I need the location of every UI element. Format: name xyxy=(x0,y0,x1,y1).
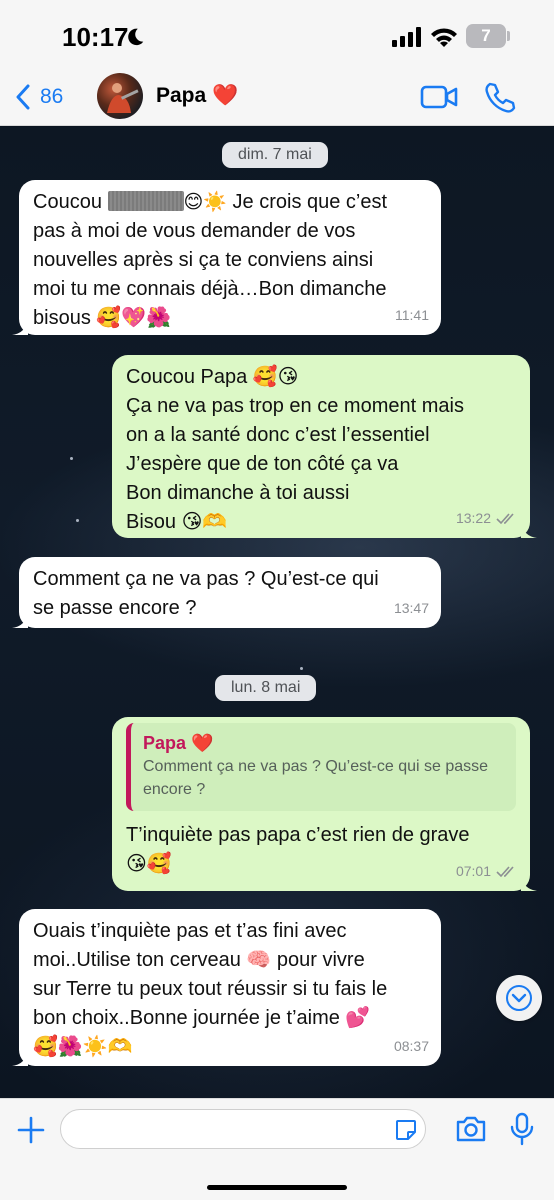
message-line: moi tu me connais déjà…Bon dimanche xyxy=(33,278,387,300)
message-line: T’inquiète pas papa c’est rien de grave xyxy=(126,824,470,846)
avatar-photo xyxy=(107,83,139,113)
quote-line: Comment ça ne va pas ? Qu’est-ce qui se … xyxy=(143,758,489,775)
signal-icon xyxy=(392,27,421,47)
date-label: dim. 7 mai xyxy=(238,146,312,163)
message-line: pas à moi de vous demander de vos xyxy=(33,220,356,242)
video-camera-icon[interactable] xyxy=(420,84,458,110)
greeting-word: Coucou xyxy=(33,191,102,213)
background-star xyxy=(300,667,303,670)
message-time: 13:47 xyxy=(393,600,429,616)
message-time: 07:01 xyxy=(455,863,491,879)
bubble-tail xyxy=(12,319,28,335)
bubble-tail xyxy=(521,522,537,538)
message-line: bon choix..Bonne journée je t’aime 💕 xyxy=(33,1007,371,1029)
date-separator: dim. 7 mai xyxy=(222,142,328,168)
battery-level: 7 xyxy=(481,26,491,45)
message-meta: 13:22 xyxy=(456,504,518,533)
message-line: Ouais t’inquiète pas et t’as fini avec xyxy=(33,920,347,942)
message-line: 🥰🌺☀️🫶 xyxy=(33,1036,133,1058)
message-time: 11:41 xyxy=(395,307,429,323)
message-meta: 07:01 xyxy=(456,857,518,886)
message-meta: 13:47 xyxy=(394,594,429,623)
message-line: se passe encore ? xyxy=(33,597,197,619)
wifi-icon xyxy=(431,28,457,47)
bubble-tail xyxy=(12,1050,28,1066)
message-line: bisous 🥰💖🌺 xyxy=(33,307,172,329)
message-bubble-outgoing[interactable]: Papa ❤️ Comment ça ne va pas ? Qu’est-ce… xyxy=(112,717,537,891)
home-indicator xyxy=(207,1185,347,1190)
bubble-tail xyxy=(521,875,537,891)
bubble-tail xyxy=(12,612,28,628)
message-line: sur Terre tu peux tout réussir si tu fai… xyxy=(33,978,388,1000)
battery-cap xyxy=(507,31,510,41)
input-bar xyxy=(0,1098,554,1200)
contact-name[interactable]: Papa ❤️ xyxy=(156,84,238,108)
quote-line: encore ? xyxy=(143,781,206,798)
moon-icon xyxy=(128,28,144,46)
sticker-icon[interactable] xyxy=(394,1118,418,1142)
message-time: 08:37 xyxy=(393,1038,429,1054)
chat-area[interactable]: dim. 7 mai Coucou 😊☀️ Je crois que c’est… xyxy=(0,127,554,1098)
redacted-name xyxy=(107,191,184,211)
date-label: lun. 8 mai xyxy=(231,679,301,696)
chevron-down-icon xyxy=(506,985,532,1011)
double-check-icon xyxy=(496,865,514,877)
quoted-message[interactable]: Papa ❤️ Comment ça ne va pas ? Qu’est-ce… xyxy=(126,723,516,811)
message-bubble-outgoing[interactable]: Coucou Papa 🥰😘 Ça ne va pas trop en ce m… xyxy=(112,355,537,538)
double-check-icon xyxy=(496,512,514,524)
message-line: Comment ça ne va pas ? Qu’est-ce qui xyxy=(33,568,379,590)
message-line: Coucou Papa 🥰😘 xyxy=(126,366,299,388)
message-line: nouvelles après si ça te conviens ainsi xyxy=(33,249,374,271)
scroll-down-button[interactable] xyxy=(496,975,542,1021)
avatar[interactable] xyxy=(97,73,143,119)
message-line: J’espère que de ton côté ça va xyxy=(126,453,399,475)
message-line: on a la santé donc c’est l’essentiel xyxy=(126,424,430,446)
message-bubble-incoming[interactable]: Comment ça ne va pas ? Qu’est-ce qui se … xyxy=(12,557,441,628)
chat-header: 86 Papa ❤️ xyxy=(0,68,554,126)
message-meta: 08:37 xyxy=(394,1032,429,1061)
message-bubble-incoming[interactable]: Ouais t’inquiète pas et t’as fini avec m… xyxy=(12,909,441,1066)
message-time: 13:22 xyxy=(455,510,491,526)
message-emoji: 😊☀️ xyxy=(183,191,227,213)
back-button[interactable]: 86 xyxy=(14,80,63,114)
message-line: Ça ne va pas trop en ce moment mais xyxy=(126,395,464,417)
chevron-left-icon xyxy=(16,84,30,110)
message-meta: 11:41 xyxy=(395,301,429,330)
message-bubble-incoming[interactable]: Coucou 😊☀️ Je crois que c’est pas à moi … xyxy=(12,180,441,335)
message-text: Je crois que c’est xyxy=(232,191,388,213)
date-separator: lun. 8 mai xyxy=(215,675,317,701)
background-star xyxy=(76,519,79,522)
phone-icon[interactable] xyxy=(484,81,516,113)
microphone-icon[interactable] xyxy=(510,1112,534,1146)
camera-icon[interactable] xyxy=(455,1115,487,1143)
message-line: moi..Utilise ton cerveau 🧠 pour vivre xyxy=(33,949,365,971)
quote-author: Papa ❤️ xyxy=(143,733,214,753)
status-bar: 10:17 7 xyxy=(0,0,554,68)
status-time: 10:17 xyxy=(62,22,129,52)
background-star xyxy=(70,457,73,460)
battery-icon: 7 xyxy=(466,24,506,48)
plus-icon[interactable] xyxy=(16,1115,46,1145)
message-input[interactable] xyxy=(60,1109,426,1149)
message-line: Coucou 😊☀️ Je crois que c’est xyxy=(33,188,427,217)
unread-count: 86 xyxy=(40,85,64,108)
